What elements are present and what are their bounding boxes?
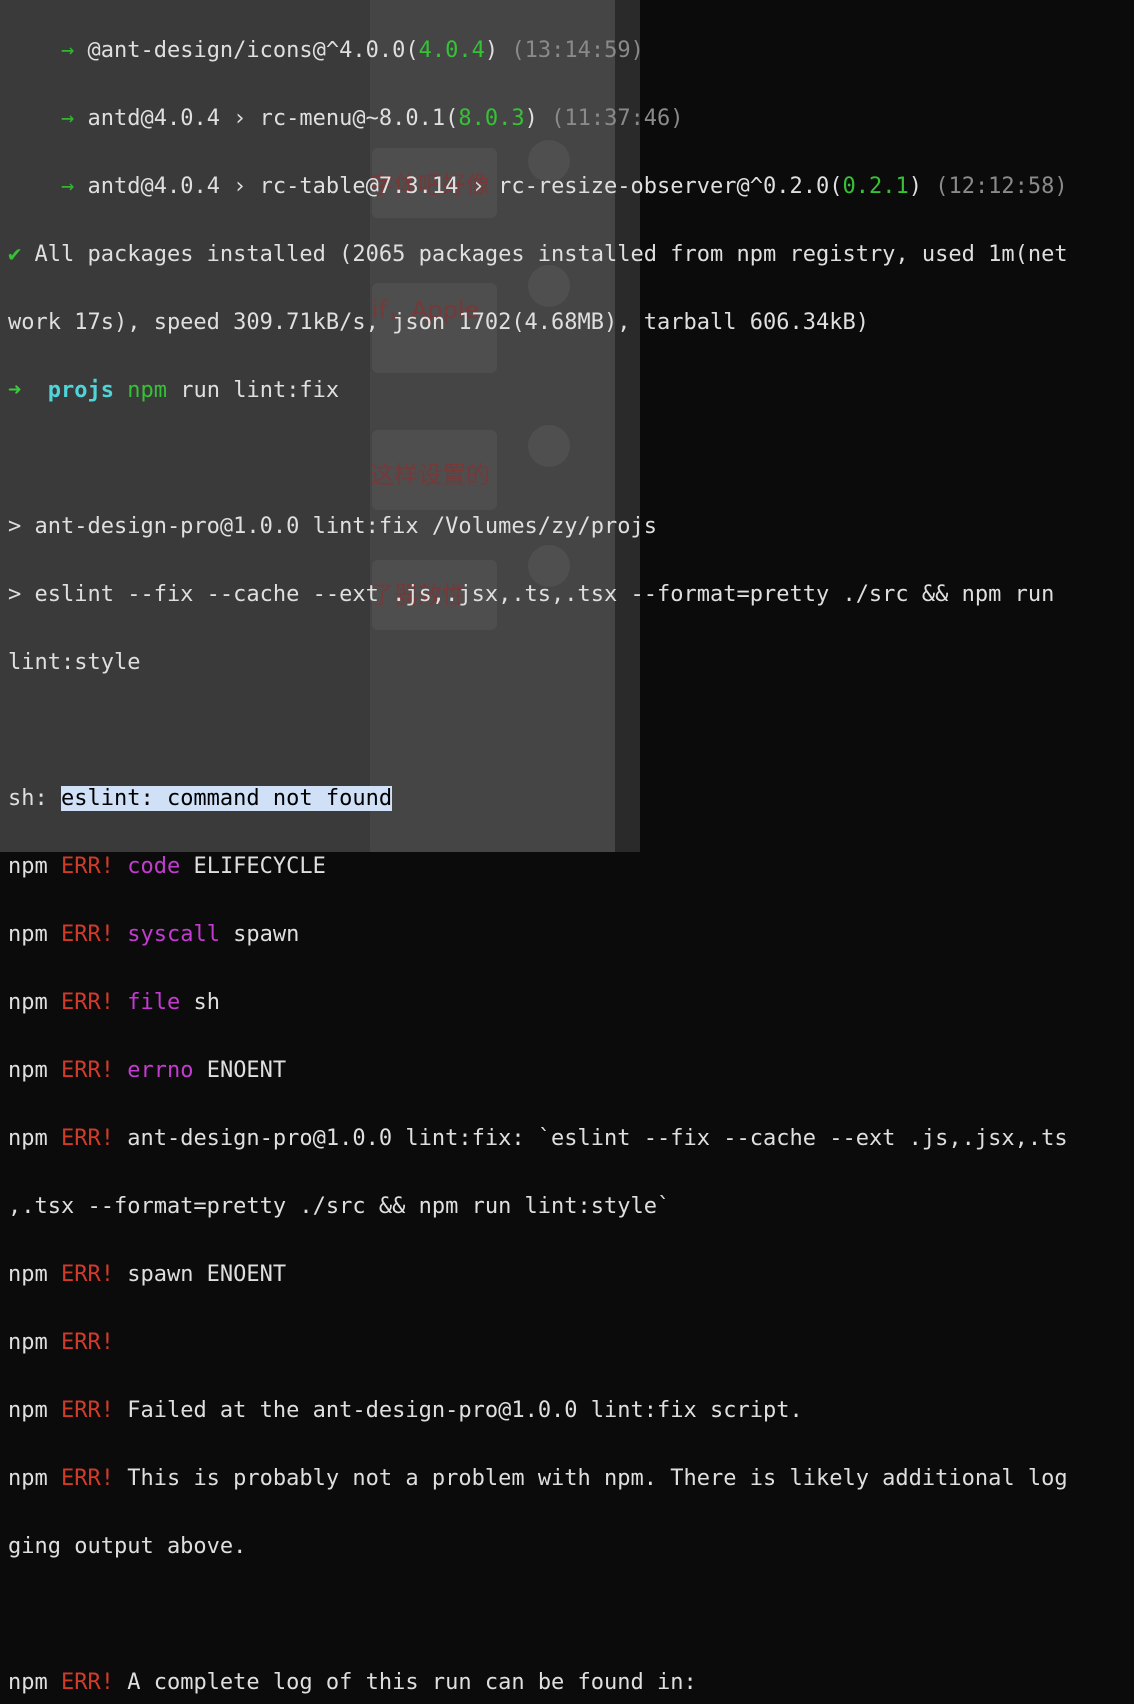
terminal-line: → antd@4.0.4 › rc-menu@~8.0.1(8.0.3) (11… <box>60 106 684 131</box>
selected-text[interactable]: eslint: command not found <box>60 786 393 811</box>
terminal-line: ✔ All packages installed (2065 packages … <box>8 242 1068 267</box>
terminal-line: ,.tsx --format=pretty ./src && npm run l… <box>8 1194 671 1219</box>
npm-error-line: npm ERR! code ELIFECYCLE <box>8 854 326 879</box>
shell-prompt: ➜ projs npm run lint:fix <box>8 378 340 403</box>
prompt-arrow-icon: ➜ <box>8 378 22 403</box>
npm-error-line: npm ERR! <box>8 1330 114 1355</box>
terminal-line: → @ant-design/icons@^4.0.0(4.0.4) (13:14… <box>60 38 644 63</box>
npm-error-line: npm ERR! errno ENOENT <box>8 1058 287 1083</box>
terminal-line: → antd@4.0.4 › rc-table@7.3.14 › rc-resi… <box>60 174 1068 199</box>
checkmark-icon: ✔ <box>8 242 22 267</box>
terminal-line: work 17s), speed 309.71kB/s, json 1702(4… <box>8 310 869 335</box>
terminal-line: ging output above. <box>8 1534 247 1559</box>
prompt-command: npm <box>127 378 167 403</box>
npm-error-line: npm ERR! syscall spawn <box>8 922 300 947</box>
npm-error-line: npm ERR! Failed at the ant-design-pro@1.… <box>8 1398 803 1423</box>
prompt-directory: projs <box>47 378 114 403</box>
terminal-line: > ant-design-pro@1.0.0 lint:fix /Volumes… <box>8 514 658 539</box>
terminal-line: > eslint --fix --cache --ext .js,.jsx,.t… <box>8 582 1055 607</box>
npm-error-line: npm ERR! ant-design-pro@1.0.0 lint:fix: … <box>8 1126 1068 1151</box>
npm-error-line: npm ERR! file sh <box>8 990 220 1015</box>
npm-error-line: npm ERR! This is probably not a problem … <box>8 1466 1068 1491</box>
terminal-line: lint:style <box>8 650 141 675</box>
terminal-line: sh: eslint: command not found <box>8 786 393 811</box>
terminal-output[interactable]: → @ant-design/icons@^4.0.0(4.0.4) (13:14… <box>0 0 1134 1695</box>
npm-error-line: npm ERR! A complete log of this run can … <box>8 1670 697 1695</box>
npm-error-line: npm ERR! spawn ENOENT <box>8 1262 287 1287</box>
